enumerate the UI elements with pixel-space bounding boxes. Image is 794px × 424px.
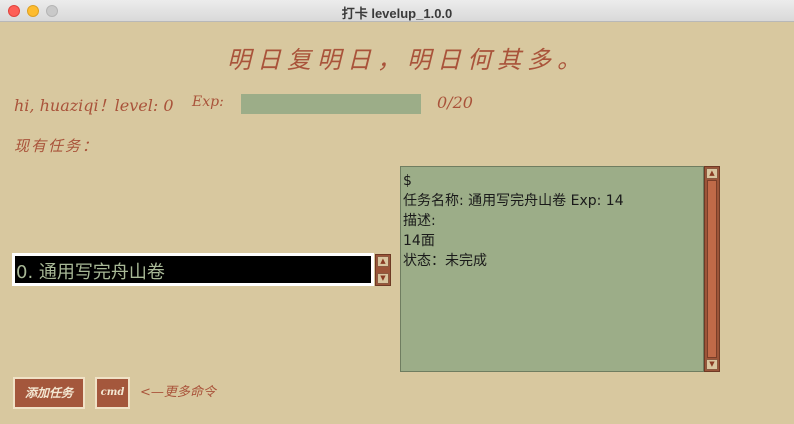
scroll-down-icon[interactable]: ▼ <box>706 359 718 370</box>
detail-scrollbar[interactable]: ▲ ▼ <box>704 166 720 372</box>
motto-heading: 明日复明日，明日何其多。 <box>227 46 587 74</box>
more-commands-hint: <—更多命令 <box>140 385 216 400</box>
exp-progress-bar <box>241 94 421 114</box>
title-bar: 打卡 levelup_1.0.0 <box>0 0 794 22</box>
user-greeting: hi, huaziqi！level: 0 <box>14 96 174 115</box>
exp-count: 0/20 <box>437 93 473 112</box>
cmd-button[interactable]: cmd <box>95 377 130 409</box>
scroll-down-icon[interactable]: ▼ <box>377 273 389 284</box>
detail-line: 描述: <box>403 213 436 229</box>
task-detail-panel: $ 任务名称: 通用写完舟山卷 Exp: 14 描述: 14面 状态：未完成 <box>400 166 704 372</box>
exp-label: Exp: <box>192 94 224 110</box>
tasks-label: 现有任务： <box>14 137 100 155</box>
detail-line: 状态：未完成 <box>403 253 487 269</box>
task-listbox[interactable]: 0. 通用写完舟山卷 <box>12 253 374 286</box>
add-task-button[interactable]: 添加任务 <box>13 377 85 409</box>
detail-line: $ <box>403 173 412 189</box>
window-title: 打卡 levelup_1.0.0 <box>341 6 453 21</box>
task-list-item[interactable]: 0. 通用写完舟山卷 <box>16 258 165 284</box>
detail-line: 任务名称: 通用写完舟山卷 Exp: 14 <box>403 193 624 209</box>
scroll-up-icon[interactable]: ▲ <box>377 256 389 267</box>
detail-line: 14面 <box>403 233 435 249</box>
scroll-thumb[interactable] <box>707 180 717 358</box>
scroll-up-icon[interactable]: ▲ <box>706 168 718 179</box>
task-list-scrollbar[interactable]: ▲ ▼ <box>375 254 391 286</box>
